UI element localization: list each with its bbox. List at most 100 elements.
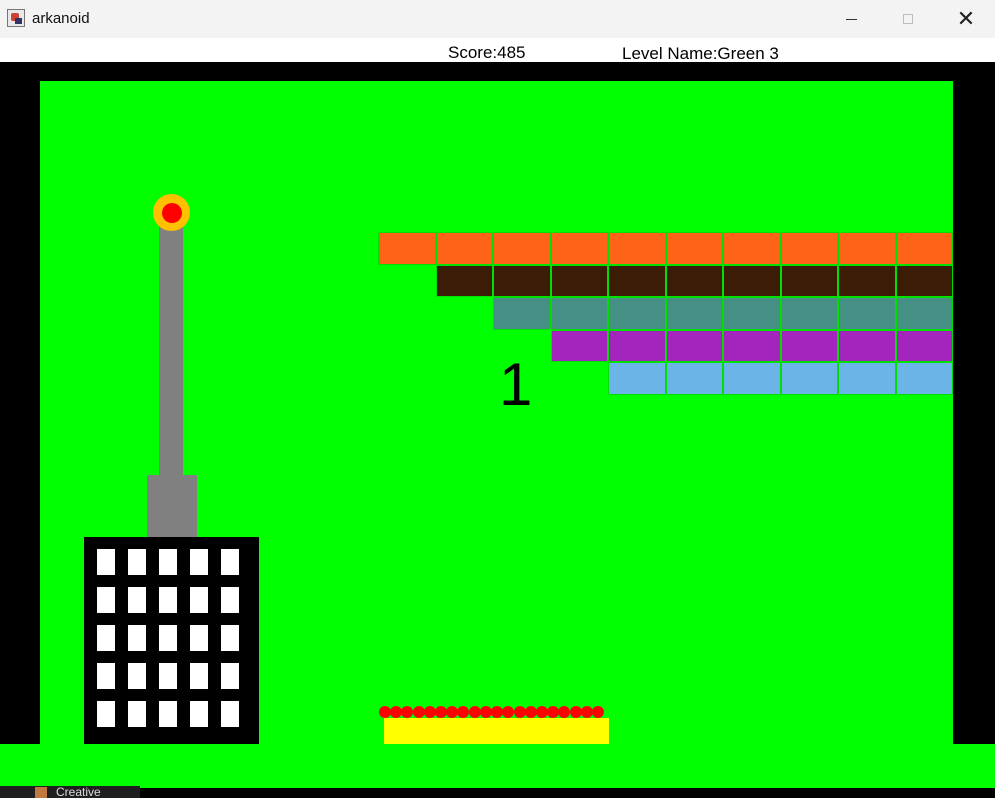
building-window bbox=[190, 587, 208, 613]
paddle[interactable] bbox=[384, 718, 609, 744]
building-window bbox=[159, 663, 177, 689]
brick bbox=[435, 232, 493, 265]
building-window bbox=[221, 625, 239, 651]
brick bbox=[895, 362, 953, 395]
tower-antenna bbox=[159, 211, 183, 476]
brick bbox=[723, 329, 781, 362]
building-window bbox=[221, 587, 239, 613]
creative-app-icon bbox=[35, 787, 47, 798]
brick bbox=[895, 264, 953, 297]
brick bbox=[378, 232, 436, 265]
level-name-display: Level Name:Green 3 bbox=[622, 44, 779, 63]
ball bbox=[592, 706, 604, 718]
building-window bbox=[128, 663, 146, 689]
brick bbox=[493, 264, 551, 297]
building-window bbox=[97, 587, 115, 613]
ball bbox=[580, 706, 593, 718]
building-window bbox=[128, 625, 146, 651]
brick bbox=[608, 264, 666, 297]
brick bbox=[838, 329, 896, 362]
building-window bbox=[221, 549, 239, 575]
beacon-light-inner bbox=[162, 203, 182, 223]
brick bbox=[780, 297, 838, 330]
brick bbox=[665, 329, 723, 362]
brick bbox=[838, 232, 896, 265]
tower-neck bbox=[147, 475, 197, 538]
ball bbox=[535, 706, 548, 718]
close-icon: ✕ bbox=[956, 6, 976, 31]
building-window bbox=[190, 663, 208, 689]
ball bbox=[423, 706, 436, 718]
brick bbox=[895, 297, 953, 330]
brick bbox=[665, 264, 723, 297]
brick bbox=[895, 232, 953, 265]
close-button[interactable]: ✕ bbox=[937, 0, 995, 38]
brick bbox=[723, 297, 781, 330]
floor bbox=[0, 744, 995, 788]
building-window bbox=[97, 663, 115, 689]
building-window bbox=[128, 701, 146, 727]
title-bar: arkanoid ✕ bbox=[0, 0, 995, 39]
maximize-icon bbox=[903, 14, 913, 24]
brick bbox=[780, 362, 838, 395]
brick bbox=[550, 264, 608, 297]
taskbar-peek: Creative bbox=[0, 786, 140, 798]
score-display: Score:485 bbox=[448, 43, 526, 62]
countdown-number: 1 bbox=[499, 351, 533, 418]
brick bbox=[608, 297, 666, 330]
brick bbox=[493, 297, 551, 330]
game-canvas[interactable]: 1 bbox=[0, 62, 995, 798]
minimize-icon bbox=[845, 18, 857, 20]
ball bbox=[513, 706, 526, 718]
building-window bbox=[97, 701, 115, 727]
brick bbox=[838, 297, 896, 330]
ball bbox=[435, 706, 448, 718]
ball bbox=[491, 706, 504, 718]
brick bbox=[608, 329, 666, 362]
building-window bbox=[190, 549, 208, 575]
brick bbox=[780, 329, 838, 362]
ball bbox=[569, 706, 582, 718]
ball bbox=[468, 706, 481, 718]
brick bbox=[608, 232, 666, 265]
building-window bbox=[190, 701, 208, 727]
brick bbox=[895, 329, 953, 362]
building-window bbox=[159, 549, 177, 575]
brick bbox=[608, 362, 666, 395]
window-title: arkanoid bbox=[32, 10, 90, 27]
brick bbox=[435, 264, 493, 297]
brick bbox=[550, 329, 608, 362]
building-window bbox=[221, 663, 239, 689]
building-window bbox=[221, 701, 239, 727]
brick bbox=[723, 362, 781, 395]
brick bbox=[723, 264, 781, 297]
building-window bbox=[159, 701, 177, 727]
java-cup-icon bbox=[7, 9, 25, 27]
brick bbox=[665, 297, 723, 330]
building-window bbox=[97, 625, 115, 651]
ball bbox=[412, 706, 425, 718]
brick bbox=[838, 264, 896, 297]
brick bbox=[493, 232, 551, 265]
building-window bbox=[128, 549, 146, 575]
brick bbox=[550, 297, 608, 330]
building-window bbox=[190, 625, 208, 651]
brick bbox=[780, 264, 838, 297]
building-window bbox=[159, 625, 177, 651]
taskbar-label: Creative bbox=[56, 785, 101, 799]
brick bbox=[665, 362, 723, 395]
building-window bbox=[128, 587, 146, 613]
brick bbox=[838, 362, 896, 395]
brick bbox=[665, 232, 723, 265]
brick bbox=[723, 232, 781, 265]
minimize-button[interactable] bbox=[822, 0, 880, 38]
hud-bar: Score:485 Level Name:Green 3 bbox=[0, 38, 995, 63]
brick bbox=[780, 232, 838, 265]
building-window bbox=[159, 587, 177, 613]
ball bbox=[479, 706, 492, 718]
maximize-button[interactable] bbox=[879, 0, 937, 38]
ball bbox=[379, 706, 391, 718]
building-window bbox=[97, 549, 115, 575]
building bbox=[84, 537, 259, 744]
ball bbox=[524, 706, 537, 718]
